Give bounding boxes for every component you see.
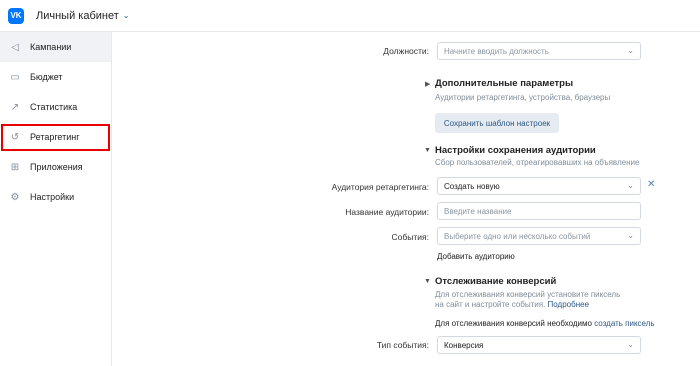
position-label: Должности:	[383, 46, 429, 56]
sidebar-item-label: Статистика	[30, 102, 78, 112]
collapse-arrow-icon[interactable]: ▼	[424, 147, 431, 154]
chevron-down-icon[interactable]: ⌄	[627, 340, 634, 349]
sidebar: ◁ Кампании ▭ Бюджет ↗ Статистика ↺ Ретар…	[0, 32, 112, 366]
audience-save-title[interactable]: Настройки сохранения аудитории	[435, 145, 596, 156]
sidebar-item-settings[interactable]: ⚙ Настройки	[0, 182, 111, 212]
more-link[interactable]: Подробнее	[548, 300, 590, 309]
audience-name-input[interactable]: Введите название	[437, 202, 641, 220]
extra-params-subtitle: Аудитории ретаргетинга, устройства, брау…	[435, 93, 611, 102]
sidebar-item-apps[interactable]: ⊞ Приложения	[0, 152, 111, 182]
save-template-button[interactable]: Сохранить шаблон настроек	[435, 113, 559, 133]
sidebar-item-label: Приложения	[30, 162, 83, 172]
retarget-audience-value: Создать новую	[444, 181, 500, 191]
event-type-select[interactable]: Конверсия ⌄	[437, 336, 641, 354]
vk-logo-icon[interactable]: VK	[8, 7, 24, 24]
apps-icon: ⊞	[10, 161, 20, 173]
pixel-required-text: Для отслеживания конверсий необходимо со…	[435, 319, 655, 328]
sidebar-item-statistics[interactable]: ↗ Статистика	[0, 92, 111, 122]
audience-name-label: Название аудитории:	[345, 207, 429, 217]
events-placeholder: Выберите одно или несколько событий	[444, 231, 591, 241]
wallet-icon: ▭	[10, 71, 20, 83]
chevron-down-icon[interactable]: ⌄	[123, 11, 130, 20]
chart-icon: ↗	[10, 101, 20, 113]
sidebar-item-label: Кампании	[30, 42, 72, 52]
close-icon[interactable]: ✕	[647, 179, 655, 190]
event-type-label: Тип события:	[376, 340, 429, 350]
sidebar-item-budget[interactable]: ▭ Бюджет	[0, 62, 111, 92]
sidebar-item-label: Ретаргетинг	[30, 132, 80, 142]
event-type-value: Конверсия	[444, 340, 484, 350]
position-placeholder: Начните вводить должность	[444, 46, 549, 56]
sidebar-item-retargeting[interactable]: ↺ Ретаргетинг	[0, 122, 111, 152]
sidebar-item-label: Настройки	[30, 192, 75, 202]
conversions-hint-text: на сайт и настройте события.	[435, 300, 546, 309]
conversions-hint-line2: на сайт и настройте события. Подробнее	[435, 300, 589, 309]
retarget-audience-label: Аудитория ретаргетинга:	[331, 182, 429, 192]
expand-arrow-icon[interactable]: ▶	[425, 80, 430, 88]
audience-name-placeholder: Введите название	[444, 206, 512, 216]
extra-params-title[interactable]: Дополнительные параметры	[435, 78, 573, 89]
retarget-icon: ↺	[10, 131, 20, 143]
cabinet-title[interactable]: Личный кабинет	[36, 10, 119, 22]
pixel-required-label: Для отслеживания конверсий необходимо	[435, 319, 592, 328]
chevron-down-icon[interactable]: ⌄	[627, 231, 634, 240]
collapse-arrow-icon[interactable]: ▼	[424, 278, 431, 285]
retarget-audience-select[interactable]: Создать новую ⌄	[437, 177, 641, 195]
campaign-form: Должности: Начните вводить должность ⌄ ▶…	[112, 32, 700, 366]
chevron-down-icon[interactable]: ⌄	[627, 46, 634, 55]
sidebar-item-label: Бюджет	[30, 72, 63, 82]
top-bar: VK Личный кабинет ⌄	[0, 0, 700, 32]
megaphone-icon: ◁	[11, 41, 19, 53]
conversions-title[interactable]: Отслеживание конверсий	[435, 276, 556, 287]
create-pixel-link[interactable]: создать пиксель	[594, 319, 654, 328]
gear-icon: ⚙	[10, 191, 20, 203]
position-input[interactable]: Начните вводить должность ⌄	[437, 42, 641, 60]
sidebar-item-campaigns[interactable]: ◁ Кампании	[0, 32, 111, 62]
add-audience-link[interactable]: Добавить аудиторию	[437, 252, 515, 261]
events-label: События:	[391, 232, 429, 242]
audience-save-subtitle: Сбор пользователей, отреагировавших на о…	[435, 158, 640, 167]
chevron-down-icon[interactable]: ⌄	[627, 181, 634, 190]
events-select[interactable]: Выберите одно или несколько событий ⌄	[437, 227, 641, 245]
conversions-hint-line1: Для отслеживания конверсий установите пи…	[435, 290, 621, 299]
